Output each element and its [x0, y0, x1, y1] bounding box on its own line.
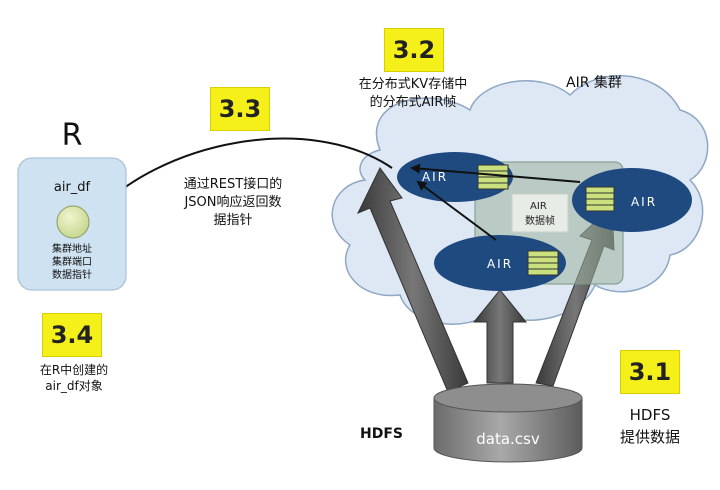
r-panel-line: 数据指针: [52, 270, 92, 281]
air-node-label: AIR: [631, 195, 657, 209]
server-icon: [585, 186, 615, 212]
caption-line: 据指针: [213, 213, 253, 228]
server-icon: [527, 250, 559, 276]
step-badge-3-3: 3.3: [210, 87, 270, 131]
air-node-top: AIR: [397, 152, 513, 202]
caption-line: HDFS: [629, 406, 671, 424]
rest-caption: 通过REST接口的 JSON响应返回数 据指针: [168, 176, 298, 230]
r-panel-line: 集群地址: [52, 244, 92, 255]
hdfs-left-label: HDFS: [360, 426, 403, 442]
step-badge-3-2: 3.2: [384, 28, 444, 72]
air-df-object-icon: [56, 205, 90, 239]
air-df-label: air_df: [53, 180, 91, 195]
caption-line: 的分布式AIR帧: [369, 95, 457, 110]
r-panel-line: 集群端口: [52, 257, 92, 268]
caption-line: 在R中创建的: [39, 363, 109, 377]
r-panel-details: 集群地址 集群端口 数据指针: [18, 243, 126, 282]
r-title: R: [61, 118, 83, 153]
server-icon: [477, 164, 509, 190]
air-cluster-label: AIR 集群: [566, 75, 622, 91]
create-caption: 在R中创建的 air_df对象: [14, 362, 134, 394]
air-node-label: AIR: [422, 170, 448, 184]
step-badge-3-4: 3.4: [42, 313, 102, 357]
caption-line: 在分布式KV存储中: [358, 77, 468, 92]
hdfs-cylinder: [433, 383, 583, 463]
caption-line: air_df对象: [45, 379, 103, 393]
step-badge-3-1: 3.1: [620, 350, 680, 394]
caption-line: 通过REST接口的: [183, 177, 283, 192]
air-node-bottom: AIR: [434, 235, 566, 291]
data-csv-label: data.csv: [476, 430, 540, 448]
kv-storage-caption: 在分布式KV存储中 的分布式AIR帧: [328, 76, 498, 112]
air-node-right: AIR: [572, 168, 692, 232]
caption-line: JSON响应返回数: [184, 195, 282, 210]
hdfs-provides-data-caption: HDFS 提供数据: [606, 404, 694, 448]
air-node-label: AIR: [487, 257, 513, 271]
caption-line: 提供数据: [619, 428, 680, 446]
